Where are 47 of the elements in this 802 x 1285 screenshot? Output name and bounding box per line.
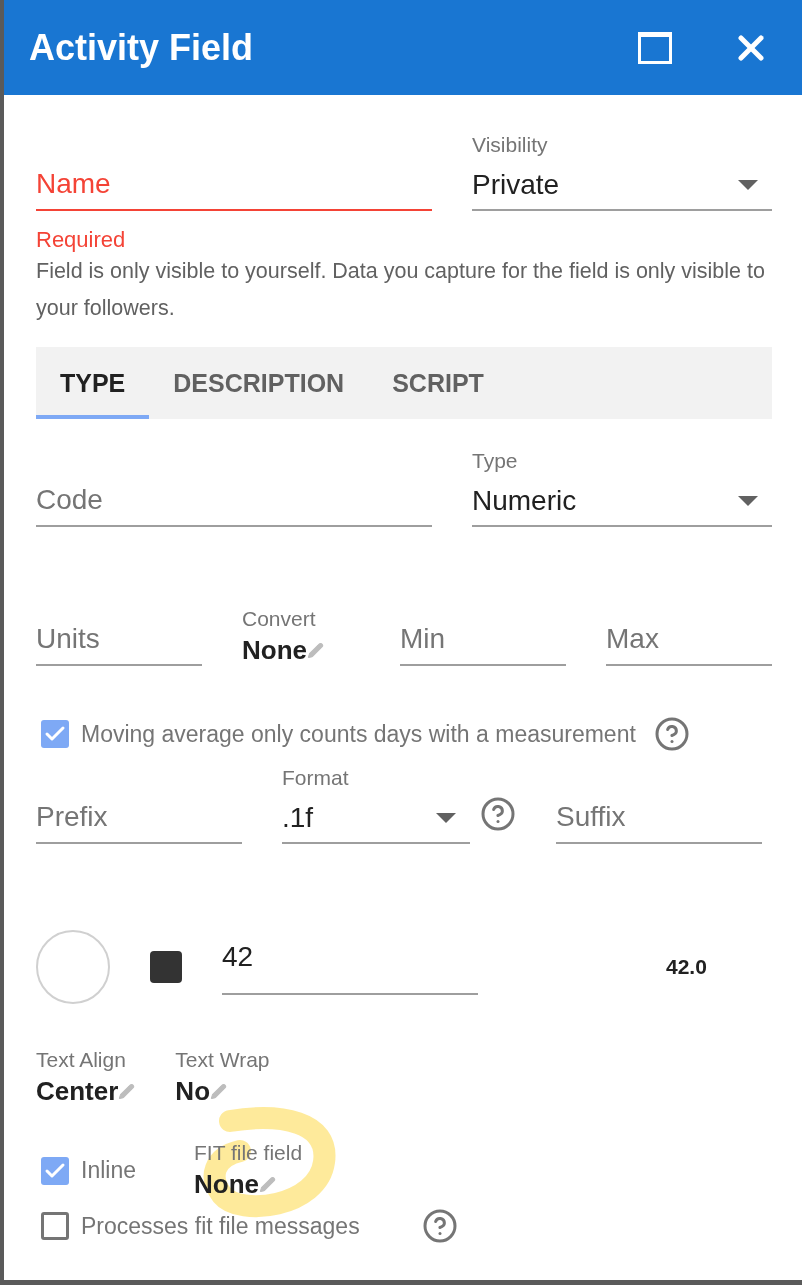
text-wrap-value[interactable]: No [175,1076,211,1107]
field-label: Text Align [36,1048,127,1072]
field-label: Visibility [472,133,549,157]
field-label: Convert [242,607,317,631]
name-field[interactable]: Name [36,159,432,211]
color-swatch-square[interactable] [150,951,182,983]
pencil-icon[interactable] [259,1176,276,1193]
pencil-icon[interactable] [118,1083,136,1100]
field-label: Text Wrap [175,1048,270,1072]
window-title: Activity Field [29,26,255,69]
fit-file-field-value[interactable]: None [194,1169,259,1200]
checkbox[interactable] [41,720,69,748]
convert-value[interactable]: None [242,635,307,666]
pencil-icon[interactable] [210,1083,228,1100]
help-icon[interactable] [421,1208,458,1244]
color-swatch-circle[interactable] [36,930,110,1004]
suffix-field[interactable]: Suffix [556,792,762,844]
pencil-icon[interactable] [307,642,324,659]
checkbox-label: Processes fit file messages [81,1212,360,1240]
value-preview: 42.0 [666,955,707,979]
prefix-field[interactable]: Prefix [36,792,242,844]
units-field[interactable]: Units [36,614,202,666]
help-icon[interactable] [653,716,690,752]
text-align-value[interactable]: Center [36,1076,119,1107]
tab[interactable]: SCRIPT [368,347,508,419]
tab[interactable]: DESCRIPTION [149,347,369,419]
field-label: Type [472,449,519,473]
tab[interactable]: TYPE [36,347,150,419]
select-field[interactable]: Numeric [472,477,772,527]
select-field[interactable]: .1f [282,794,470,844]
help-icon[interactable] [480,796,516,832]
checkbox-label: Inline [81,1157,136,1184]
value-field[interactable]: 42 [222,939,478,995]
checkbox-label: Moving average only counts days with a measurement [81,720,636,748]
dropdown-caret-icon [436,813,456,823]
dropdown-caret-icon [738,496,758,506]
dropdown-caret-icon [738,180,758,190]
min-field[interactable]: Min [400,614,566,666]
error-text: Required [36,227,127,253]
maximize-icon [638,31,672,64]
max-field[interactable]: Max [606,614,772,666]
helper-text: Field is only visible to yourself. Data you capture for the field is only visible to your followers. [36,258,766,322]
code-field[interactable]: Code [36,475,432,527]
field-label: Format [282,766,350,790]
select-field[interactable]: Private [472,161,772,211]
checkbox[interactable] [41,1156,69,1185]
checkbox[interactable] [41,1212,69,1240]
